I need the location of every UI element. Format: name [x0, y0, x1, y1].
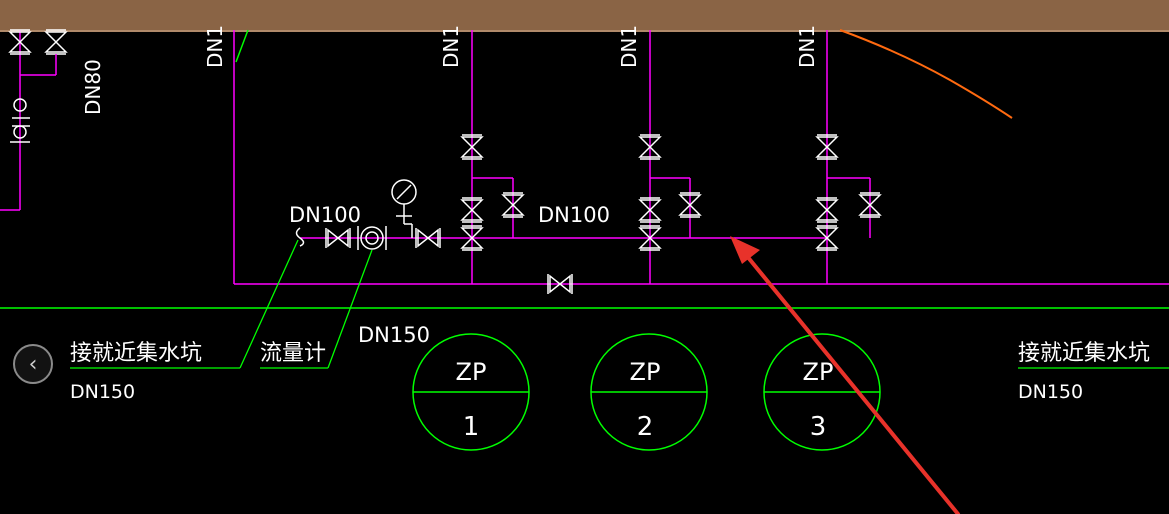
riser-label-3: DN1	[617, 25, 641, 68]
pump-code: ZP	[456, 358, 487, 386]
orange-reference-line	[839, 29, 1013, 119]
pressure-gauge-symbol	[391, 179, 417, 238]
dn100-label-left: DN100	[289, 203, 361, 227]
leader-lines	[70, 239, 1169, 369]
sump-label-left: 接就近集水坑	[70, 341, 202, 366]
flowmeter-label: 流量计	[260, 341, 326, 366]
pump-number: 3	[810, 412, 827, 442]
dn80-label: DN80	[81, 59, 105, 115]
dn150-main-label: DN150	[358, 323, 430, 347]
pump-number: 2	[637, 412, 654, 442]
pump-tag-3[interactable]: ZP 3	[763, 333, 881, 451]
pump-code: ZP	[630, 358, 661, 386]
sump-label-right: 接就近集水坑	[1018, 341, 1150, 366]
riser-label-4: DN1	[795, 25, 819, 68]
back-glyph: ‹	[28, 351, 38, 377]
cad-drawing-canvas[interactable]: DN80 DN1 DN1 DN1 DN1 DN100 DN100 DN150 接…	[0, 0, 1169, 514]
dn150-label-right: DN150	[1018, 381, 1083, 403]
pump-tag-2[interactable]: ZP 2	[590, 333, 708, 451]
riser-valves	[461, 134, 881, 251]
leader-line-top	[235, 29, 249, 63]
dn150-label-left: DN150	[70, 381, 135, 403]
riser-label-1: DN1	[203, 25, 227, 68]
annotation-arrow	[730, 236, 960, 514]
top-left-fixtures	[0, 29, 67, 211]
riser-label-2: DN1	[439, 25, 463, 68]
pipe-network	[233, 30, 1169, 285]
pipe-end-symbol	[295, 227, 305, 247]
dn100-label-mid: DN100	[538, 203, 610, 227]
pump-tag-1[interactable]: ZP 1	[412, 333, 530, 451]
chevron-left-icon[interactable]: ‹	[13, 344, 53, 384]
pump-number: 1	[463, 412, 480, 442]
pump-code: ZP	[803, 358, 834, 386]
